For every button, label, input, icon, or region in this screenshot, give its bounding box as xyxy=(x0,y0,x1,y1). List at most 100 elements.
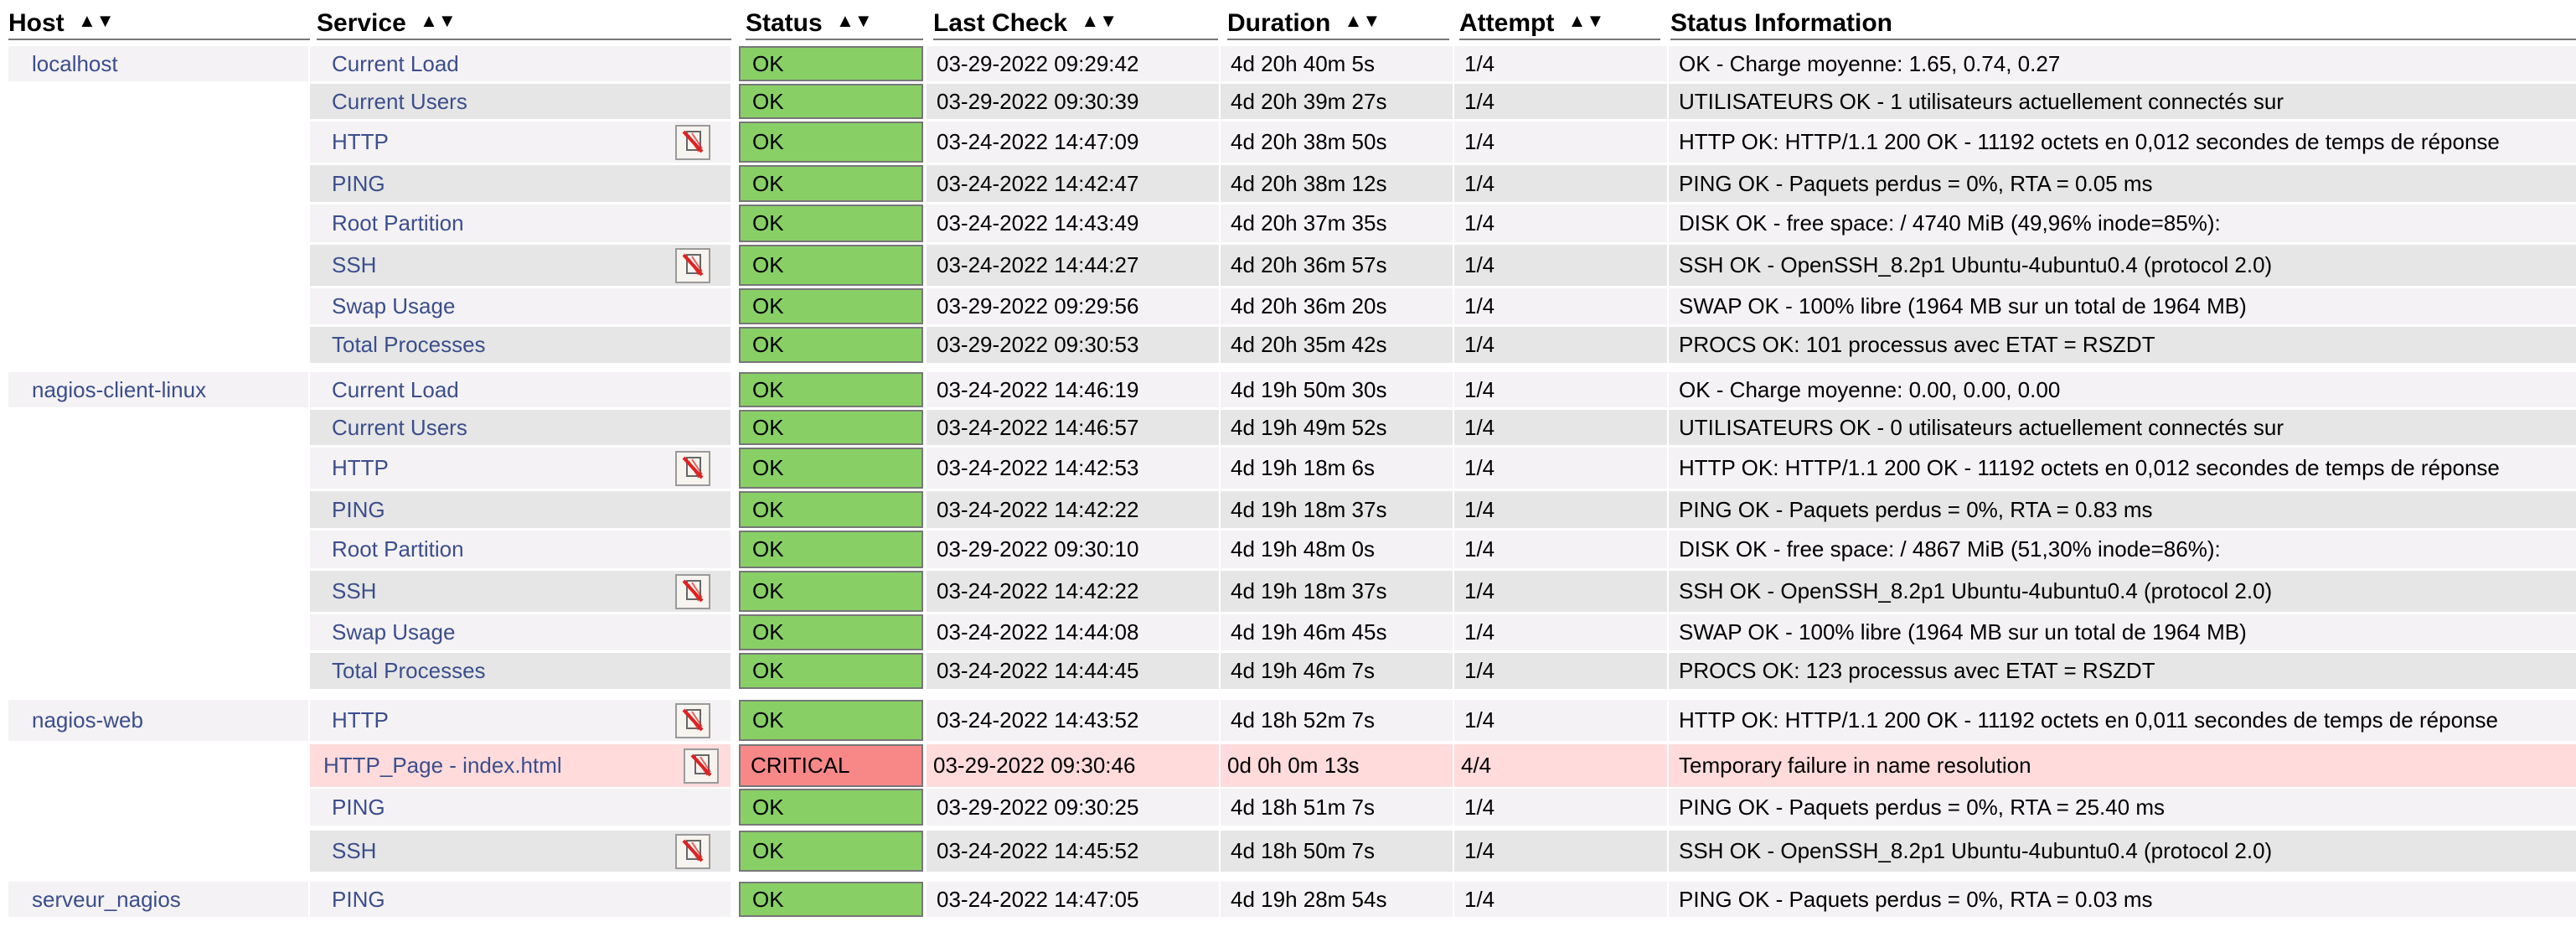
status-information-cell: PING OK - Paquets perdus = 0%, RTA = 0.0… xyxy=(1669,165,2576,202)
service-link[interactable]: Total Processes xyxy=(332,332,486,358)
last-check-cell: 03-29-2022 09:30:10 xyxy=(927,531,1219,568)
service-link[interactable]: PING xyxy=(332,887,385,913)
duration-cell: 4d 19h 49m 52s xyxy=(1221,410,1453,445)
duration-cell: 4d 18h 51m 7s xyxy=(1221,789,1453,826)
duration-text: 0d 0h 0m 13s xyxy=(1227,753,1360,778)
duration-text: 4d 18h 52m 7s xyxy=(1231,707,1376,733)
notifications-disabled-icon[interactable] xyxy=(675,450,710,486)
attempt-cell: 4/4 xyxy=(1454,744,1667,787)
status-information-text: DISK OK - free space: / 4740 MiB (49,96%… xyxy=(1679,210,2221,236)
host-cell xyxy=(8,84,308,119)
service-link[interactable]: PING xyxy=(332,497,385,523)
status-information-cell: PROCS OK: 101 processus avec ETAT = RSZD… xyxy=(1669,327,2576,363)
notifications-disabled-icon[interactable] xyxy=(675,833,710,869)
duration-text: 4d 19h 46m 7s xyxy=(1231,658,1376,683)
service-cell: PING xyxy=(310,882,730,917)
service-link[interactable]: SSH xyxy=(332,252,376,278)
service-cell: Current Load xyxy=(310,46,730,81)
service-link[interactable]: Current Load xyxy=(332,51,459,77)
service-link[interactable]: PING xyxy=(332,171,385,197)
service-link[interactable]: SSH xyxy=(332,838,376,864)
host-cell xyxy=(8,789,308,826)
duration-text: 4d 20h 38m 50s xyxy=(1231,129,1387,154)
status-information-text: PING OK - Paquets perdus = 0%, RTA = 0.0… xyxy=(1679,886,2153,912)
notifications-disabled-icon[interactable] xyxy=(675,124,710,160)
status-information-cell: UTILISATEURS OK - 0 utilisateurs actuell… xyxy=(1669,410,2576,445)
status-badge: OK xyxy=(739,205,923,242)
service-link[interactable]: HTTP xyxy=(332,129,389,155)
status-badge: OK xyxy=(739,531,923,568)
attempt-cell: 1/4 xyxy=(1454,448,1667,489)
status-information-text: PROCS OK: 123 processus avec ETAT = RSZD… xyxy=(1679,658,2155,683)
service-link[interactable]: Root Partition xyxy=(332,210,464,236)
attempt-text: 1/4 xyxy=(1464,658,1495,683)
service-link[interactable]: PING xyxy=(332,795,385,821)
service-link[interactable]: Swap Usage xyxy=(332,619,455,645)
status-information-cell: DISK OK - free space: / 4740 MiB (49,96%… xyxy=(1669,205,2576,242)
service-cell: PING xyxy=(310,165,730,202)
service-link[interactable]: HTTP xyxy=(332,455,389,481)
status-information-cell: UTILISATEURS OK - 1 utilisateurs actuell… xyxy=(1669,84,2576,119)
service-link[interactable]: Current Load xyxy=(332,377,459,403)
attempt-cell: 1/4 xyxy=(1454,327,1667,363)
notifications-disabled-icon[interactable] xyxy=(675,702,710,738)
service-cell: Current Users xyxy=(310,410,730,445)
host-cell: serveur_nagios xyxy=(8,882,308,917)
host-link[interactable]: nagios-web xyxy=(32,707,143,733)
duration-cell: 4d 20h 37m 35s xyxy=(1221,205,1453,242)
status-information-text: SSH OK - OpenSSH_8.2p1 Ubuntu-4ubuntu0.4… xyxy=(1679,838,2273,863)
service-link[interactable]: Root Partition xyxy=(332,536,464,562)
attempt-text: 1/4 xyxy=(1464,414,1495,440)
status-information-text: SSH OK - OpenSSH_8.2p1 Ubuntu-4ubuntu0.4… xyxy=(1679,578,2273,603)
service-link[interactable]: HTTP xyxy=(332,707,389,733)
status-text: OK xyxy=(752,293,784,318)
last-check-cell: 03-24-2022 14:45:52 xyxy=(927,831,1219,872)
status-text: OK xyxy=(752,536,784,562)
status-badge: OK xyxy=(739,410,923,445)
attempt-text: 1/4 xyxy=(1464,455,1495,480)
status-badge: OK xyxy=(739,372,923,407)
duration-text: 4d 20h 36m 20s xyxy=(1231,293,1387,318)
service-link[interactable]: SSH xyxy=(332,578,376,604)
duration-text: 4d 19h 18m 6s xyxy=(1231,455,1376,480)
attempt-cell: 1/4 xyxy=(1454,165,1667,202)
service-link[interactable]: Current Users xyxy=(332,415,467,441)
service-link[interactable]: Swap Usage xyxy=(332,293,455,319)
status-information-cell: PING OK - Paquets perdus = 0%, RTA = 25.… xyxy=(1669,789,2576,826)
service-cell: PING xyxy=(310,491,730,528)
duration-text: 4d 18h 51m 7s xyxy=(1231,794,1376,820)
notifications-disabled-icon[interactable] xyxy=(675,247,710,283)
status-information-cell: SWAP OK - 100% libre (1964 MB sur un tot… xyxy=(1669,288,2576,324)
service-cell: HTTP xyxy=(310,448,730,489)
status-text: OK xyxy=(752,794,784,820)
notifications-disabled-icon[interactable] xyxy=(675,573,710,609)
duration-text: 4d 19h 50m 30s xyxy=(1231,376,1387,402)
status-information-cell: HTTP OK: HTTP/1.1 200 OK - 11192 octets … xyxy=(1669,700,2576,741)
status-information-cell: OK - Charge moyenne: 0.00, 0.00, 0.00 xyxy=(1669,372,2576,407)
notifications-disabled-icon[interactable] xyxy=(684,748,719,784)
host-cell: localhost xyxy=(8,46,308,81)
status-information-cell: Temporary failure in name resolution xyxy=(1669,744,2576,787)
host-link[interactable]: localhost xyxy=(32,51,118,77)
attempt-cell: 1/4 xyxy=(1454,245,1667,286)
last-check-cell: 03-24-2022 14:42:22 xyxy=(927,571,1219,612)
last-check-text: 03-29-2022 09:30:25 xyxy=(937,794,1139,820)
service-link[interactable]: Total Processes xyxy=(332,658,486,684)
last-check-text: 03-24-2022 14:45:52 xyxy=(937,838,1139,863)
service-cell: Current Load xyxy=(310,372,730,407)
last-check-cell: 03-29-2022 09:30:46 xyxy=(927,744,1219,787)
attempt-text: 1/4 xyxy=(1464,88,1495,114)
attempt-cell: 1/4 xyxy=(1454,831,1667,872)
status-badge: OK xyxy=(739,653,923,689)
service-link[interactable]: Current Users xyxy=(332,89,467,115)
duration-text: 4d 19h 49m 52s xyxy=(1231,414,1387,440)
status-badge: OK xyxy=(739,245,923,286)
host-cell xyxy=(8,614,308,650)
host-link[interactable]: nagios-client-linux xyxy=(32,377,206,403)
service-link[interactable]: HTTP_Page - index.html xyxy=(323,753,562,779)
last-check-cell: 03-29-2022 09:29:42 xyxy=(927,46,1219,81)
status-badge: OK xyxy=(739,327,923,363)
host-link[interactable]: serveur_nagios xyxy=(32,887,181,913)
status-badge: OK xyxy=(739,491,923,528)
service-cell: Swap Usage xyxy=(310,288,730,324)
